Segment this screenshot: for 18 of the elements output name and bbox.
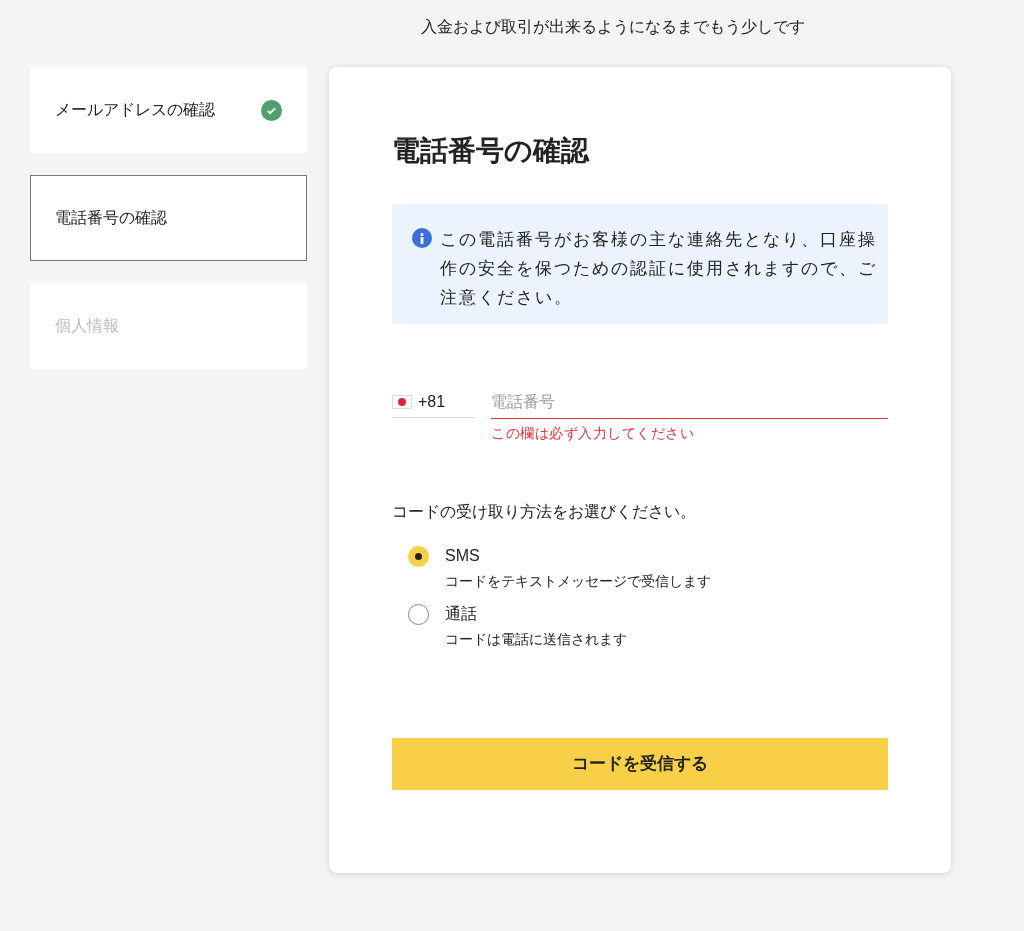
option-description: コードをテキストメッセージで受信します — [445, 572, 711, 591]
error-message: この欄は必ず入力してください — [491, 424, 695, 443]
phone-input-field[interactable]: 電話番号 — [491, 386, 888, 419]
method-prompt: コードの受け取り方法をお選びください。 — [392, 502, 697, 522]
option-description: コードは電話に送信されます — [445, 630, 627, 649]
info-icon — [412, 228, 432, 248]
header-text: 入金および取引が出来るようになるまでもう少しです — [420, 17, 805, 37]
option-label: 通話 — [445, 604, 478, 624]
step-item[interactable]: メールアドレスの確認 — [30, 67, 307, 153]
receive-code-button[interactable]: コードを受信する — [392, 738, 888, 790]
step-item[interactable]: 電話番号の確認 — [30, 175, 307, 261]
flag-icon — [392, 394, 412, 409]
country-code-select[interactable]: +81 — [392, 386, 475, 418]
radio-button[interactable] — [408, 604, 429, 625]
option-label: SMS — [445, 546, 481, 566]
info-text: この電話番号がお客様の主な連絡先となり、口座操作の安全を保つための認証に使用されますので、ご注意ください。 — [440, 229, 878, 309]
card-title: 電話番号の確認 — [392, 134, 591, 168]
radio-button[interactable] — [408, 546, 429, 567]
